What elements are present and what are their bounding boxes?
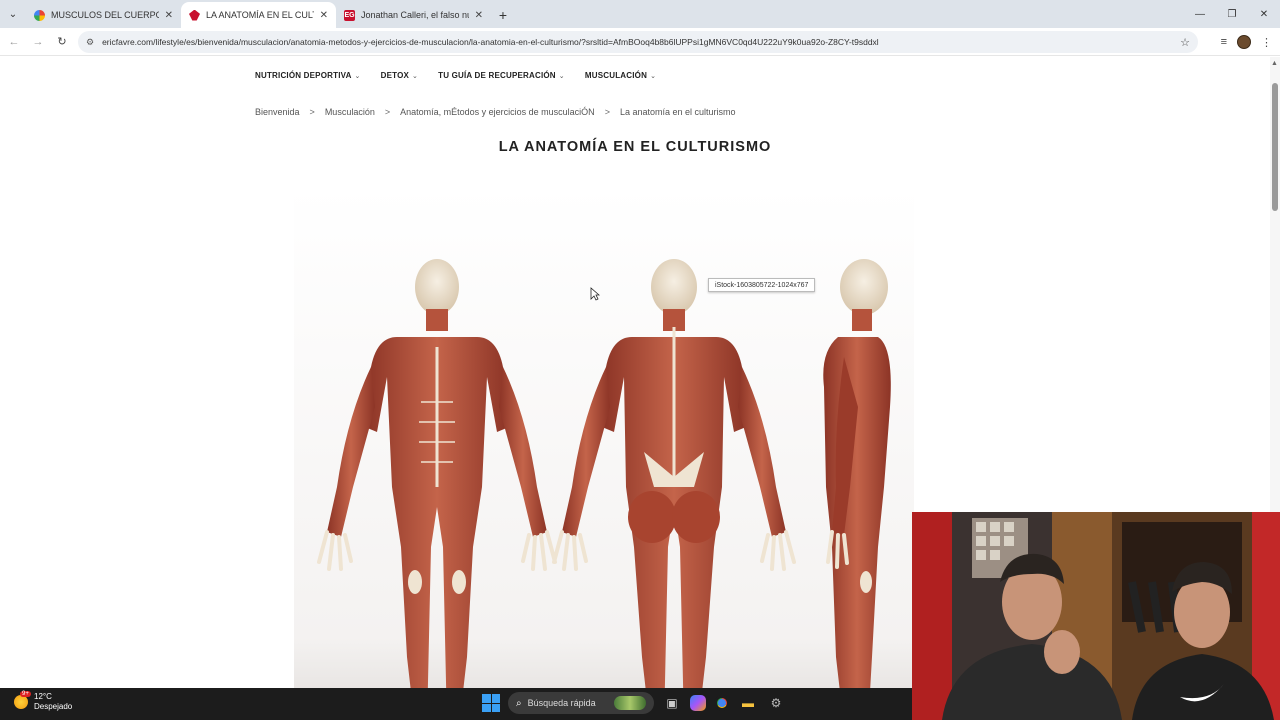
nav-nutricion[interactable]: NUTRICIÓN DEPORTIVA ⌄ (255, 71, 361, 80)
reload-icon[interactable]: ↻ (50, 30, 74, 54)
webcam-video (912, 512, 1280, 720)
breadcrumb-link[interactable]: Bienvenida (255, 107, 300, 117)
image-tooltip: iStock-1603805722-1024x767 (708, 278, 816, 292)
taskbar-search[interactable]: ⌕ Búsqueda rápida (508, 692, 654, 714)
google-favicon-icon (34, 9, 45, 21)
tab-anatomia[interactable]: LA ANATOMÍA EN EL CULTURIS ✕ (181, 2, 336, 28)
tab-title: Jonathan Calleri, el falso nueve (361, 10, 469, 20)
menu-dots-icon[interactable]: ⋮ (1261, 36, 1272, 49)
site-info-icon[interactable]: ⚙ (86, 37, 94, 48)
toolbar-right: ≡ ⋮ (1221, 28, 1272, 56)
breadcrumb-separator: > (604, 107, 610, 117)
tab-strip: ⌄ MUSCULOS DEL CUERPO - Bus ✕ LA ANATOMÍ… (0, 0, 1280, 28)
address-bar[interactable]: ⚙ ericfavre.com/lifestyle/es/bienvenida/… (78, 31, 1198, 53)
chevron-down-icon: ⌄ (354, 73, 361, 80)
nav-musculacion[interactable]: MUSCULACIÓN ⌄ (585, 71, 656, 80)
webcam-overlay (912, 512, 1280, 720)
weather-temp: 12°C (34, 692, 52, 701)
minimize-icon[interactable]: — (1184, 0, 1216, 28)
tab-title: LA ANATOMÍA EN EL CULTURIS (206, 10, 314, 20)
tab-title: MUSCULOS DEL CUERPO - Bus (51, 10, 159, 20)
task-view-icon[interactable]: ▣ (662, 693, 682, 713)
search-placeholder: Búsqueda rápida (527, 698, 596, 708)
media-control-icon[interactable]: ≡ (1221, 36, 1227, 48)
nav-detox[interactable]: DETOX ⌄ (381, 71, 419, 80)
search-highlight-image (614, 696, 646, 710)
tab-calleri[interactable]: EG Jonathan Calleri, el falso nueve ✕ (336, 2, 491, 28)
page-title: LA ANATOMÍA EN EL CULTURISMO (498, 139, 772, 155)
tab-close-icon[interactable]: ✕ (320, 10, 328, 21)
browser-toolbar: ← → ↻ ⚙ ericfavre.com/lifestyle/es/bienv… (0, 28, 1280, 56)
anatomy-illustration (317, 259, 891, 688)
profile-avatar[interactable] (1237, 35, 1251, 49)
site-main-nav: NUTRICIÓN DEPORTIVA ⌄ DETOX ⌄ TU GUÍA DE R… (255, 71, 656, 80)
breadcrumb-link[interactable]: Anatomía, mÉtodos y ejercicios de muscul… (400, 107, 595, 117)
mouse-cursor-icon (590, 287, 600, 301)
weather-widget[interactable]: 9+ 12°C Despejado (14, 691, 73, 712)
bookmark-star-icon[interactable]: ☆ (1180, 36, 1190, 49)
tab-search-icon[interactable]: ⌄ (0, 0, 26, 28)
search-icon: ⌕ (516, 697, 522, 709)
copilot-icon[interactable] (690, 695, 706, 711)
scrollbar-thumb[interactable] (1272, 83, 1278, 211)
breadcrumb: Bienvenida > Musculación > Anatomía, mÉt… (255, 107, 736, 117)
start-windows-icon[interactable] (482, 694, 500, 712)
close-window-icon[interactable]: ✕ (1248, 0, 1280, 28)
breadcrumb-link[interactable]: Musculación (325, 107, 375, 117)
tab-close-icon[interactable]: ✕ (475, 10, 483, 21)
side-figure (823, 259, 891, 688)
breadcrumb-current: La anatomía en el culturismo (619, 107, 736, 117)
window-controls: — ❐ ✕ (1184, 0, 1280, 28)
nav-recuperacion[interactable]: TU GUÍA DE RECUPERACIÓN ⌄ (438, 71, 565, 80)
tab-close-icon[interactable]: ✕ (165, 10, 173, 21)
new-tab-icon[interactable]: + (491, 2, 515, 28)
screen: ⌄ MUSCULOS DEL CUERPO - Bus ✕ LA ANATOMÍ… (0, 0, 1280, 720)
breadcrumb-separator: > (309, 107, 315, 117)
scroll-up-icon[interactable]: ▲ (1271, 60, 1278, 67)
chevron-down-icon: ⌄ (558, 73, 565, 80)
taskbar-center: ⌕ Búsqueda rápida ▣ ▬ ⚙ (482, 692, 786, 714)
front-figure (317, 259, 557, 688)
back-figure (552, 259, 796, 688)
app-icon[interactable]: ⚙ (766, 693, 786, 713)
restore-icon[interactable]: ❐ (1216, 0, 1248, 28)
chrome-icon[interactable] (714, 695, 730, 711)
anatomy-image[interactable] (294, 187, 914, 688)
sun-icon: 9+ (14, 691, 31, 709)
breadcrumb-separator: > (384, 107, 391, 117)
file-explorer-icon[interactable]: ▬ (738, 693, 758, 713)
back-icon[interactable]: ← (2, 30, 26, 54)
forward-icon[interactable]: → (26, 30, 50, 54)
eg-favicon-icon: EG (344, 9, 355, 21)
chevron-down-icon: ⌄ (650, 73, 657, 80)
ericfavre-favicon-icon (189, 9, 200, 21)
notification-badge: 9+ (20, 691, 31, 697)
weather-desc: Despejado (34, 702, 73, 711)
tab-musculos[interactable]: MUSCULOS DEL CUERPO - Bus ✕ (26, 2, 181, 28)
url-text[interactable]: ericfavre.com/lifestyle/es/bienvenida/mu… (102, 37, 1180, 47)
chevron-down-icon: ⌄ (412, 73, 419, 80)
